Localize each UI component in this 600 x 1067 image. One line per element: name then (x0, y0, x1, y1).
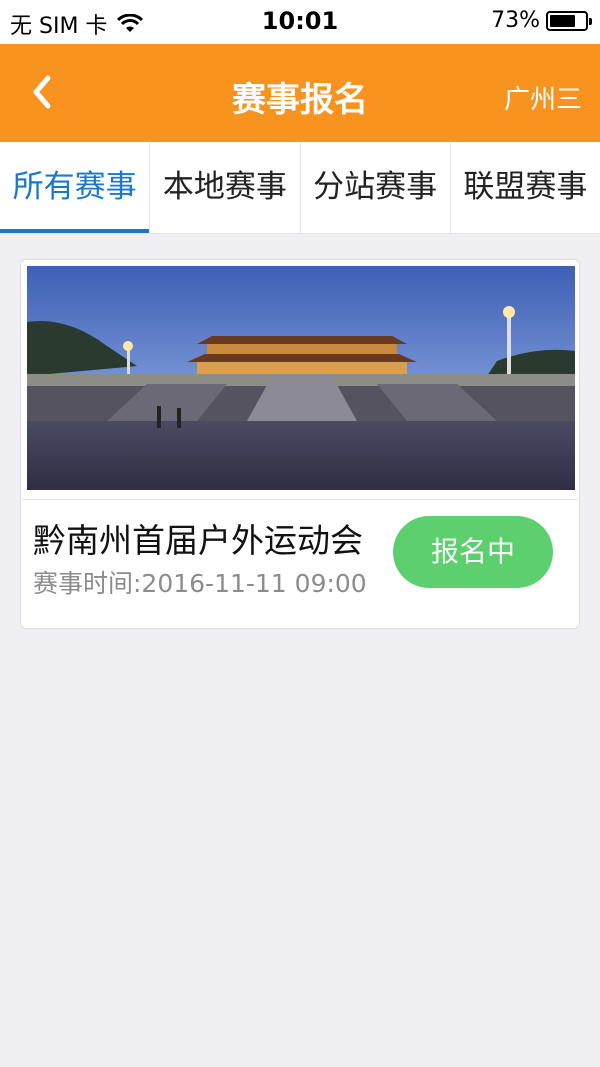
event-image (27, 266, 575, 490)
tab-label: 分站赛事 (313, 169, 438, 205)
tab-active-indicator (0, 229, 150, 233)
tab-label: 联盟赛事 (463, 169, 588, 205)
event-title: 黔南州首届户外运动会 (33, 521, 363, 560)
battery-fill (550, 14, 575, 27)
card-divider (21, 499, 579, 500)
tab-label: 本地赛事 (162, 169, 287, 205)
nav-bar: 赛事报名 广州三 (0, 44, 600, 142)
battery-cap (589, 17, 592, 25)
status-bar: 无 SIM 卡 10:01 73% (0, 0, 600, 44)
event-photo (27, 266, 575, 490)
status-right: 73% (491, 8, 592, 33)
tab-all-events[interactable]: 所有赛事 (0, 142, 151, 233)
tab-local-events[interactable]: 本地赛事 (150, 142, 301, 233)
tab-label: 所有赛事 (12, 169, 137, 205)
event-card[interactable]: 黔南州首届户外运动会 赛事时间:2016-11-11 09:00 报名中 (20, 259, 580, 629)
event-time: 赛事时间:2016-11-11 09:00 (33, 569, 367, 598)
city-selector[interactable]: 广州三 (504, 79, 582, 116)
battery-icon (546, 10, 592, 31)
tab-league-events[interactable]: 联盟赛事 (451, 142, 600, 233)
battery-percent: 73% (491, 8, 540, 33)
signup-status-button[interactable]: 报名中 (393, 516, 553, 588)
tab-branch-events[interactable]: 分站赛事 (301, 142, 451, 233)
tab-bar: 所有赛事 本地赛事 分站赛事 联盟赛事 (0, 142, 600, 234)
